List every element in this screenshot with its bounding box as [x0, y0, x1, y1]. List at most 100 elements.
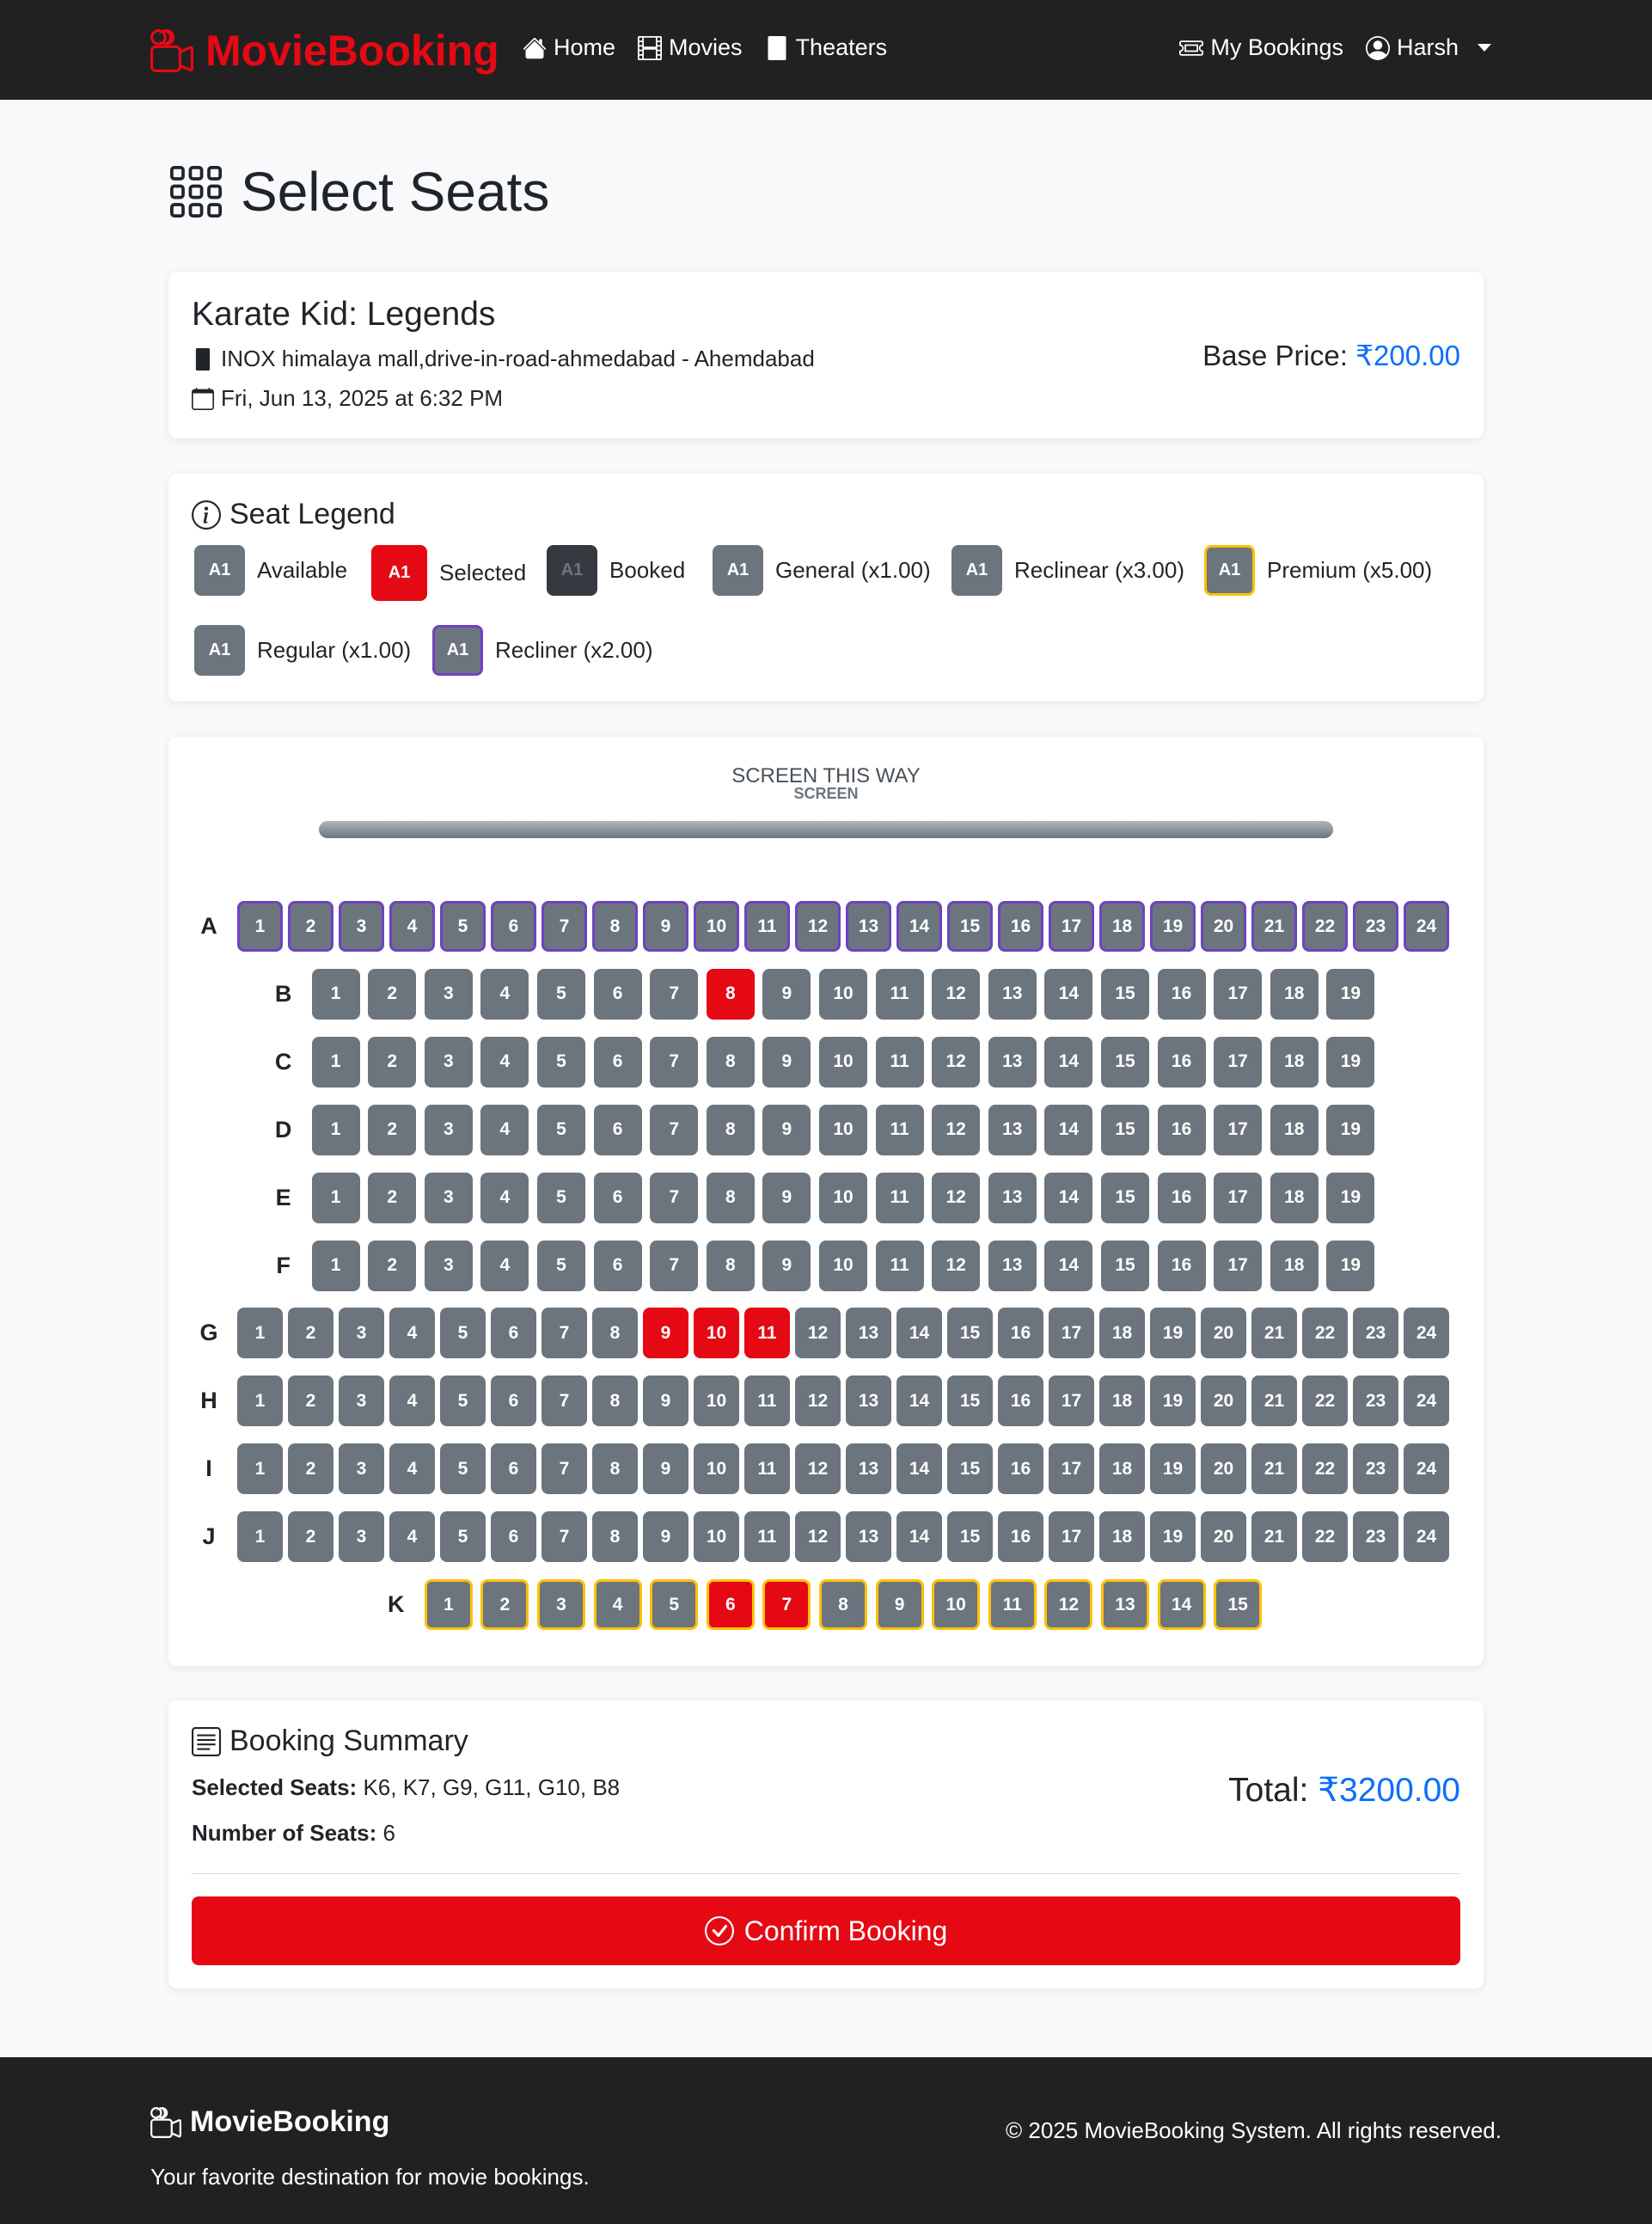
- seat-I4[interactable]: 4: [389, 1443, 435, 1495]
- seat-G19[interactable]: 19: [1150, 1308, 1196, 1359]
- seat-I20[interactable]: 20: [1201, 1443, 1246, 1495]
- seat-H24[interactable]: 24: [1404, 1375, 1449, 1427]
- seat-F6[interactable]: 6: [593, 1240, 642, 1291]
- seat-D18[interactable]: 18: [1270, 1104, 1319, 1155]
- seat-F11[interactable]: 11: [875, 1240, 924, 1291]
- user-dropdown[interactable]: Harsh: [1365, 34, 1491, 61]
- seat-K5[interactable]: 5: [650, 1579, 699, 1630]
- seat-B9[interactable]: 9: [762, 968, 811, 1020]
- seat-D7[interactable]: 7: [650, 1104, 699, 1155]
- seat-J13[interactable]: 13: [846, 1511, 891, 1563]
- seat-F2[interactable]: 2: [368, 1240, 417, 1291]
- seat-E3[interactable]: 3: [424, 1172, 473, 1223]
- seat-C15[interactable]: 15: [1101, 1036, 1149, 1087]
- seat-B18[interactable]: 18: [1270, 968, 1319, 1020]
- seat-C14[interactable]: 14: [1044, 1036, 1093, 1087]
- seat-B15[interactable]: 15: [1101, 968, 1149, 1020]
- seat-D14[interactable]: 14: [1044, 1104, 1093, 1155]
- seat-K3[interactable]: 3: [537, 1579, 585, 1630]
- seat-J5[interactable]: 5: [440, 1511, 486, 1563]
- seat-H20[interactable]: 20: [1201, 1375, 1246, 1427]
- seat-D12[interactable]: 12: [932, 1104, 981, 1155]
- seat-K9[interactable]: 9: [875, 1579, 924, 1630]
- seat-F5[interactable]: 5: [537, 1240, 585, 1291]
- seat-E10[interactable]: 10: [819, 1172, 867, 1223]
- seat-D13[interactable]: 13: [988, 1104, 1037, 1155]
- seat-B10[interactable]: 10: [819, 968, 867, 1020]
- seat-H3[interactable]: 3: [339, 1375, 384, 1427]
- seat-C12[interactable]: 12: [932, 1036, 981, 1087]
- seat-A20[interactable]: 20: [1201, 901, 1246, 952]
- seat-A1[interactable]: 1: [237, 901, 283, 952]
- seat-H6[interactable]: 6: [491, 1375, 536, 1427]
- seat-H9[interactable]: 9: [643, 1375, 688, 1427]
- seat-H5[interactable]: 5: [440, 1375, 486, 1427]
- seat-B4[interactable]: 4: [480, 968, 529, 1020]
- seat-C17[interactable]: 17: [1214, 1036, 1263, 1087]
- seat-E18[interactable]: 18: [1270, 1172, 1319, 1223]
- seat-H17[interactable]: 17: [1049, 1375, 1094, 1427]
- seat-A12[interactable]: 12: [795, 901, 841, 952]
- seat-B1[interactable]: 1: [311, 968, 360, 1020]
- seat-J21[interactable]: 21: [1251, 1511, 1297, 1563]
- seat-E6[interactable]: 6: [593, 1172, 642, 1223]
- seat-A24[interactable]: 24: [1404, 901, 1449, 952]
- seat-E19[interactable]: 19: [1326, 1172, 1375, 1223]
- seat-G22[interactable]: 22: [1302, 1308, 1348, 1359]
- seat-G4[interactable]: 4: [389, 1308, 435, 1359]
- seat-G6[interactable]: 6: [491, 1308, 536, 1359]
- seat-A22[interactable]: 22: [1302, 901, 1348, 952]
- seat-F16[interactable]: 16: [1157, 1240, 1206, 1291]
- seat-C8[interactable]: 8: [706, 1036, 755, 1087]
- seat-H14[interactable]: 14: [896, 1375, 942, 1427]
- brand-link[interactable]: MovieBooking: [150, 26, 499, 76]
- seat-G16[interactable]: 16: [998, 1308, 1043, 1359]
- seat-J6[interactable]: 6: [491, 1511, 536, 1563]
- seat-I18[interactable]: 18: [1099, 1443, 1145, 1495]
- seat-E12[interactable]: 12: [932, 1172, 981, 1223]
- seat-J9[interactable]: 9: [643, 1511, 688, 1563]
- seat-J4[interactable]: 4: [389, 1511, 435, 1563]
- seat-G24[interactable]: 24: [1404, 1308, 1449, 1359]
- seat-G23[interactable]: 23: [1353, 1308, 1398, 1359]
- seat-A17[interactable]: 17: [1049, 901, 1094, 952]
- seat-A19[interactable]: 19: [1150, 901, 1196, 952]
- seat-D17[interactable]: 17: [1214, 1104, 1263, 1155]
- seat-B2[interactable]: 2: [368, 968, 417, 1020]
- seat-E4[interactable]: 4: [480, 1172, 529, 1223]
- seat-F12[interactable]: 12: [932, 1240, 981, 1291]
- seat-I7[interactable]: 7: [541, 1443, 587, 1495]
- seat-J1[interactable]: 1: [237, 1511, 283, 1563]
- seat-H22[interactable]: 22: [1302, 1375, 1348, 1427]
- seat-K12[interactable]: 12: [1044, 1579, 1093, 1630]
- seat-G1[interactable]: 1: [237, 1308, 283, 1359]
- seat-J18[interactable]: 18: [1099, 1511, 1145, 1563]
- seat-B8[interactable]: 8: [706, 968, 755, 1020]
- seat-A15[interactable]: 15: [947, 901, 993, 952]
- seat-A11[interactable]: 11: [744, 901, 790, 952]
- seat-B16[interactable]: 16: [1157, 968, 1206, 1020]
- seat-A10[interactable]: 10: [694, 901, 739, 952]
- seat-F9[interactable]: 9: [762, 1240, 811, 1291]
- seat-G14[interactable]: 14: [896, 1308, 942, 1359]
- seat-G7[interactable]: 7: [541, 1308, 587, 1359]
- seat-K7[interactable]: 7: [762, 1579, 811, 1630]
- nav-theaters[interactable]: Theaters: [765, 34, 887, 61]
- seat-B6[interactable]: 6: [593, 968, 642, 1020]
- seat-J12[interactable]: 12: [795, 1511, 841, 1563]
- seat-H16[interactable]: 16: [998, 1375, 1043, 1427]
- seat-H21[interactable]: 21: [1251, 1375, 1297, 1427]
- seat-D15[interactable]: 15: [1101, 1104, 1149, 1155]
- seat-I2[interactable]: 2: [288, 1443, 333, 1495]
- seat-C10[interactable]: 10: [819, 1036, 867, 1087]
- seat-G20[interactable]: 20: [1201, 1308, 1246, 1359]
- seat-K6[interactable]: 6: [706, 1579, 755, 1630]
- seat-I13[interactable]: 13: [846, 1443, 891, 1495]
- seat-H23[interactable]: 23: [1353, 1375, 1398, 1427]
- seat-E5[interactable]: 5: [537, 1172, 585, 1223]
- seat-H7[interactable]: 7: [541, 1375, 587, 1427]
- seat-C1[interactable]: 1: [311, 1036, 360, 1087]
- seat-B13[interactable]: 13: [988, 968, 1037, 1020]
- seat-K1[interactable]: 1: [424, 1579, 473, 1630]
- seat-J8[interactable]: 8: [592, 1511, 638, 1563]
